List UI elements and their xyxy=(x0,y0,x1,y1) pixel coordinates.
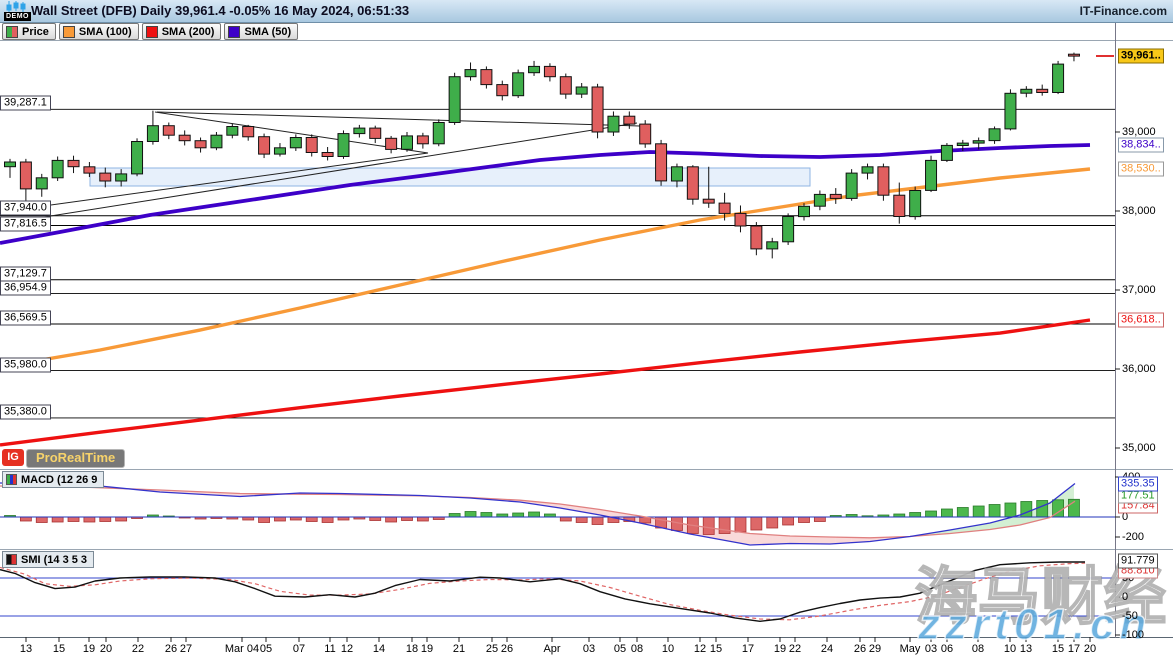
sma50-value-label: 38,834.. xyxy=(1118,138,1164,153)
x-axis-date-label: 17 xyxy=(1068,643,1080,655)
x-axis-date-label: 08 xyxy=(631,643,643,655)
sma100-value-label: 38,530.. xyxy=(1118,162,1164,177)
macd-indicator-tab[interactable]: MACD (12 26 9 xyxy=(2,471,104,488)
smi-axis-tick-label: -50 xyxy=(1122,610,1138,622)
smi-indicator-label: SMI (14 3 5 3 xyxy=(21,554,87,566)
legend-tab-sma-50[interactable]: SMA (50) xyxy=(224,23,298,40)
prorealtime-label: ProRealTime xyxy=(26,449,125,468)
x-axis-date-label: 17 xyxy=(742,643,754,655)
price-level-label[interactable]: 37,129.7 xyxy=(0,266,51,281)
price-level-label[interactable]: 35,980.0 xyxy=(0,357,51,372)
x-axis-date-label: 19 xyxy=(421,643,433,655)
macd-icon xyxy=(6,474,17,485)
price-level-label[interactable]: 37,940.0 xyxy=(0,200,51,215)
legend-label: SMA (50) xyxy=(244,26,291,38)
x-axis-date-label: 05 xyxy=(614,643,626,655)
legend-label: Price xyxy=(22,26,49,38)
macd-axis-tick-label: -200 xyxy=(1122,531,1144,543)
x-axis-date-label: 15 xyxy=(53,643,65,655)
series-color-icon xyxy=(6,26,18,38)
x-axis-date-label: May xyxy=(900,643,921,655)
legend-tab-sma-100[interactable]: SMA (100) xyxy=(59,23,139,40)
series-color-icon xyxy=(63,26,75,38)
series-color-icon xyxy=(146,26,158,38)
x-axis-date-label: 13 xyxy=(1020,643,1032,655)
x-axis-date-label: Mar 04 xyxy=(225,643,259,655)
x-axis-date-label: 26 xyxy=(501,643,513,655)
legend-bar: Price SMA (100) SMA (200) SMA (50) xyxy=(2,23,298,40)
x-axis-date-label: 26 xyxy=(165,643,177,655)
x-axis-date-label: 13 xyxy=(20,643,32,655)
price-level-label[interactable]: 39,287.1 xyxy=(0,96,51,111)
price-level-label[interactable]: 37,816.5 xyxy=(0,216,51,231)
smi-axis-tick-label: -100 xyxy=(1122,629,1144,641)
legend-tab-price[interactable]: Price xyxy=(2,23,56,40)
x-axis-date-label: 19 xyxy=(774,643,786,655)
x-axis-date-label: 03 xyxy=(583,643,595,655)
price-axis-tick-label: 39,000 xyxy=(1122,126,1156,138)
smi-indicator-tab[interactable]: SMI (14 3 5 3 xyxy=(2,551,94,568)
sma200-value-label: 36,618.. xyxy=(1118,313,1164,328)
ig-logo[interactable]: IG xyxy=(2,449,24,466)
series-color-icon xyxy=(228,26,240,38)
last-price-label: 39,961.. xyxy=(1118,49,1164,64)
x-axis-date-label: 27 xyxy=(180,643,192,655)
x-axis-date-label: 22 xyxy=(132,643,144,655)
legend-tab-sma-200[interactable]: SMA (200) xyxy=(142,23,222,40)
x-axis-date-label: 18 xyxy=(406,643,418,655)
x-axis-date-label: Apr xyxy=(543,643,560,655)
x-axis-date-label: 05 xyxy=(260,643,272,655)
x-axis-date-label: 08 xyxy=(972,643,984,655)
smi-axis-tick-label: 0 xyxy=(1122,591,1128,603)
smi-icon xyxy=(6,554,17,565)
x-axis-date-label: 25 xyxy=(486,643,498,655)
price-level-label[interactable]: 36,954.9 xyxy=(0,280,51,295)
x-axis-date-label: 20 xyxy=(100,643,112,655)
x-axis-date-label: 26 xyxy=(854,643,866,655)
price-axis-tick-label: 35,000 xyxy=(1122,442,1156,454)
x-axis-date-label: 24 xyxy=(821,643,833,655)
smi-value-label: 91.779 xyxy=(1118,554,1158,569)
x-axis-date-label: 12 xyxy=(694,643,706,655)
x-axis-date-label: 19 xyxy=(83,643,95,655)
x-axis-date-label: 06 xyxy=(941,643,953,655)
prorealtime-logo[interactable]: IG ProRealTime xyxy=(2,449,125,468)
x-axis-date-label: 11 xyxy=(324,643,335,655)
price-axis-tick-label: 38,000 xyxy=(1122,205,1156,217)
x-axis-date-label: 12 xyxy=(341,643,353,655)
x-axis-date-label: 15 xyxy=(710,643,722,655)
legend-label: SMA (100) xyxy=(79,26,132,38)
x-axis-date-label: 10 xyxy=(1004,643,1016,655)
macd-value-label: 335.35 xyxy=(1118,476,1158,491)
x-axis-date-label: 15 xyxy=(1052,643,1064,655)
price-axis-tick-label: 36,000 xyxy=(1122,363,1156,375)
x-axis-date-label: 14 xyxy=(373,643,385,655)
x-axis-date-label: 03 xyxy=(925,643,937,655)
x-axis-date-label: 29 xyxy=(869,643,881,655)
x-axis-date-label: 10 xyxy=(662,643,674,655)
demo-label: DEMO xyxy=(4,12,31,21)
price-axis-tick-label: 37,000 xyxy=(1122,284,1156,296)
x-axis-date-label: 07 xyxy=(293,643,305,655)
brand-label[interactable]: IT-Finance.com xyxy=(1080,4,1167,18)
x-axis-date-label: 21 xyxy=(453,643,465,655)
title-bar: DEMO Wall Street (DFB) Daily 39,961.4 -0… xyxy=(0,0,1173,23)
legend-label: SMA (200) xyxy=(162,26,215,38)
price-level-label[interactable]: 36,569.5 xyxy=(0,311,51,326)
demo-badge: DEMO xyxy=(3,0,31,22)
price-level-label[interactable]: 35,380.0 xyxy=(0,405,51,420)
x-axis-date-label: 22 xyxy=(789,643,801,655)
page-title: Wall Street (DFB) Daily 39,961.4 -0.05% … xyxy=(31,3,409,18)
macd-indicator-label: MACD (12 26 9 xyxy=(21,474,97,486)
x-axis-date-label: 20 xyxy=(1084,643,1096,655)
